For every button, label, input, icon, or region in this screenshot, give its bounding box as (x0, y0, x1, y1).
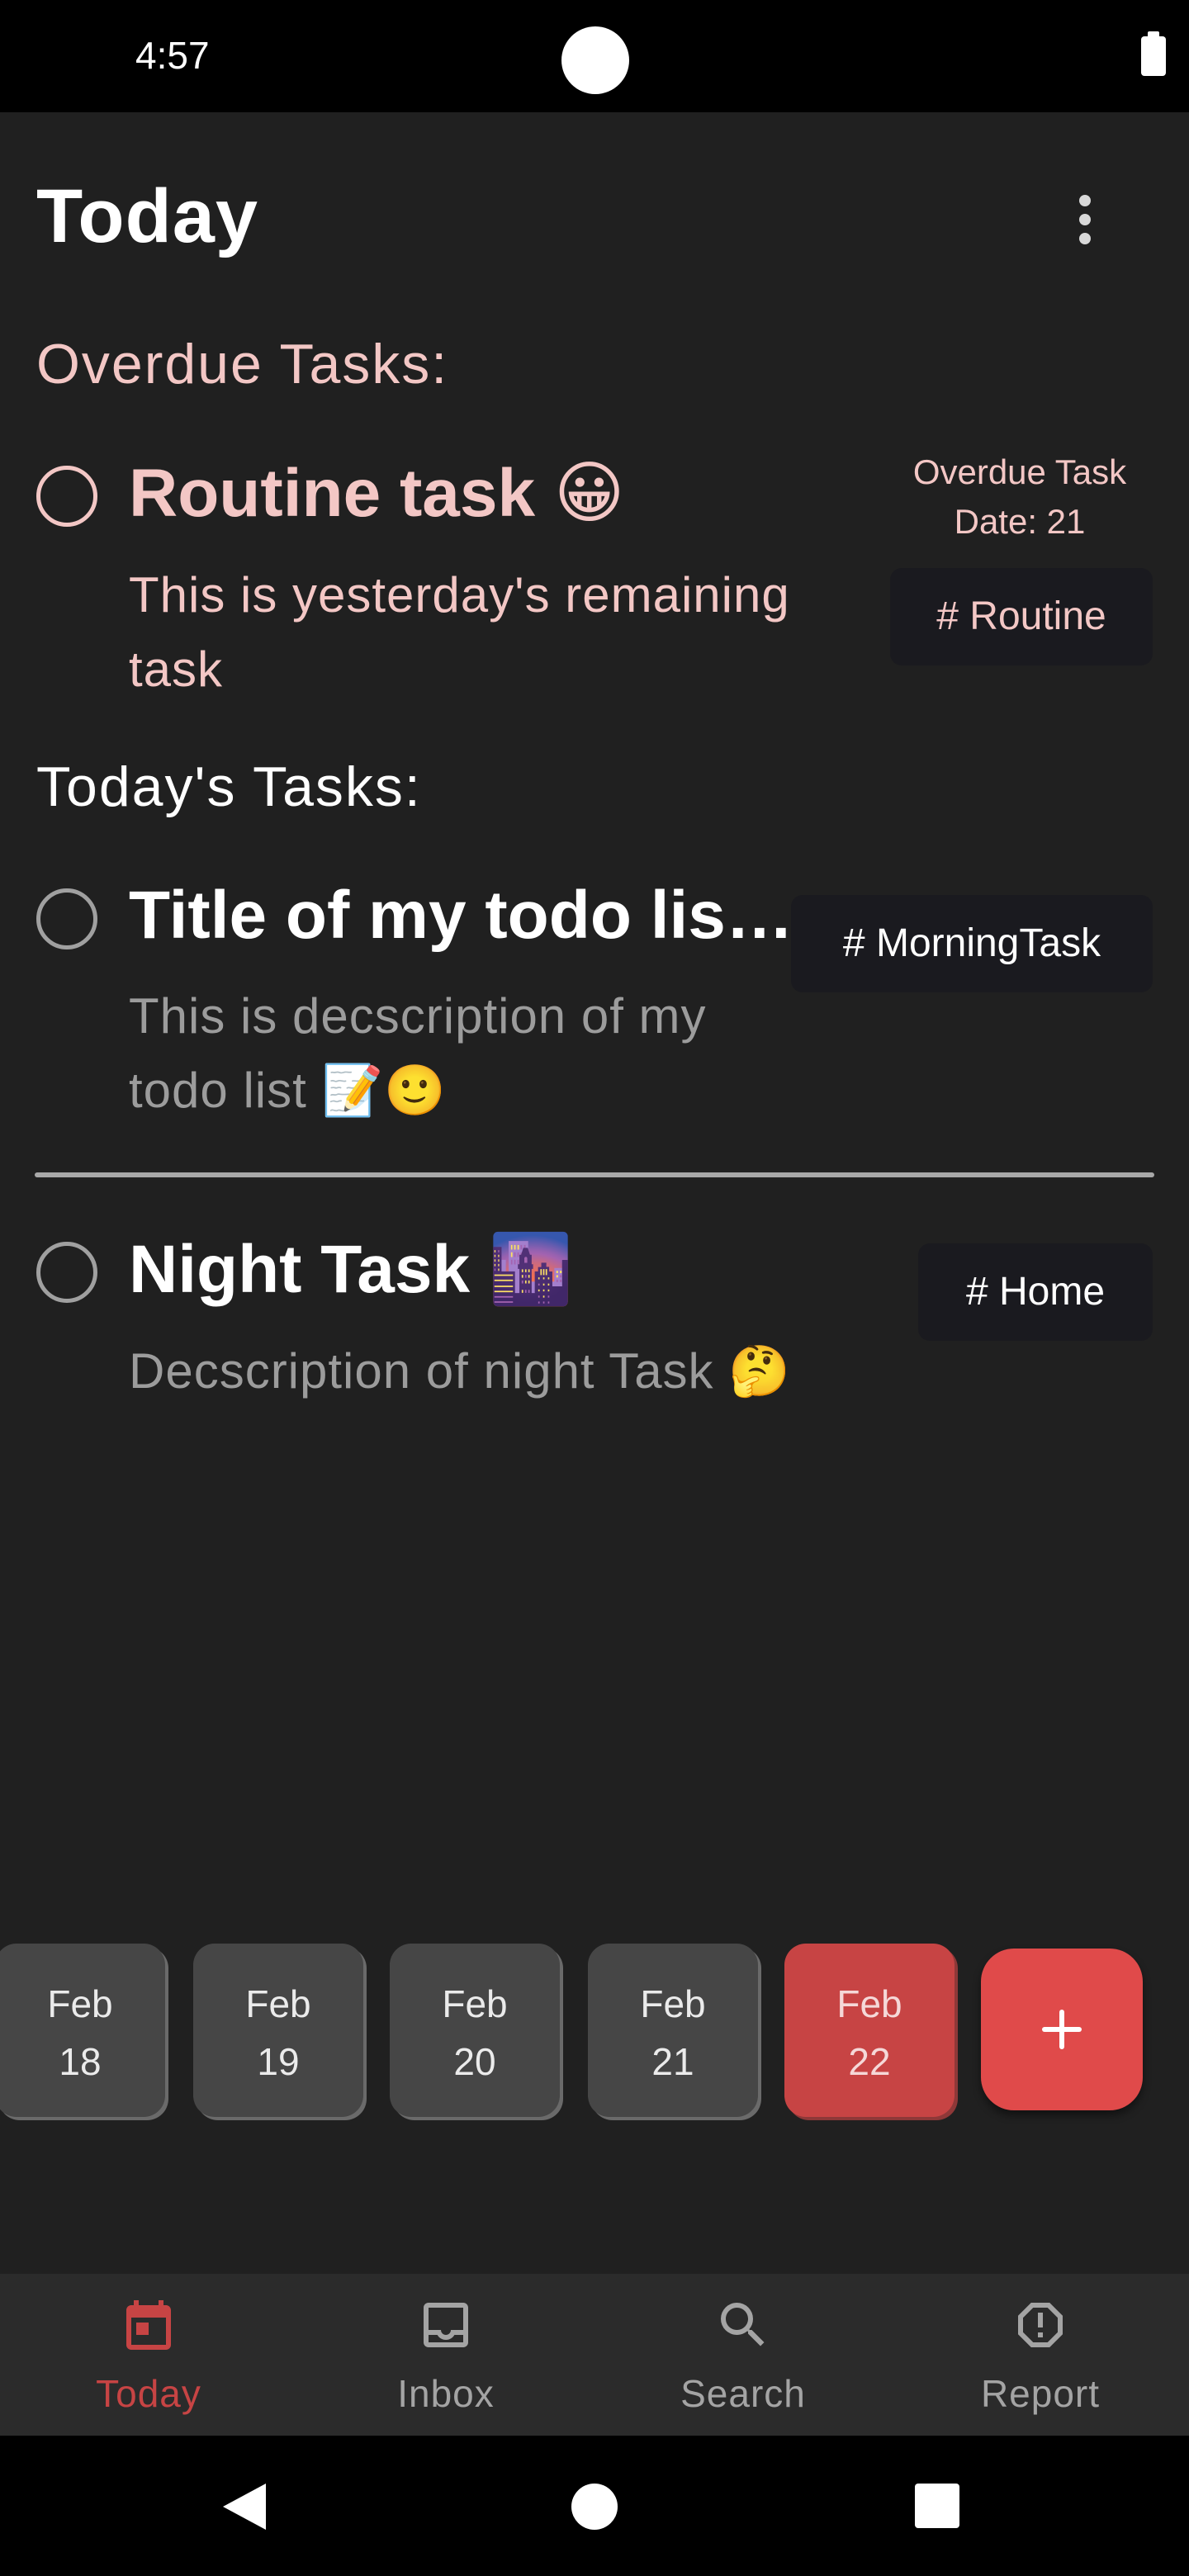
task-title: Title of my todo lis… (129, 878, 793, 953)
calendar-icon (126, 2300, 171, 2350)
system-nav-bar (0, 2436, 1189, 2576)
nav-today[interactable]: Today (0, 2274, 297, 2436)
nav-label: Inbox (397, 2372, 495, 2415)
nav-report[interactable]: Report (892, 2274, 1189, 2436)
status-time: 4:57 (135, 34, 210, 77)
home-icon[interactable] (571, 2484, 618, 2530)
divider (35, 1172, 1154, 1177)
bottom-nav: Today Inbox Search Report (0, 2274, 1189, 2436)
date-day: 18 (59, 2040, 102, 2083)
task-checkbox[interactable] (36, 466, 97, 527)
recents-icon[interactable] (915, 2484, 959, 2528)
page-title: Today (36, 174, 259, 258)
task-title: Night Task 🌆 (129, 1232, 573, 1307)
task-checkbox[interactable] (36, 888, 97, 949)
task-tag[interactable]: # Home (918, 1243, 1153, 1341)
nav-label: Search (680, 2372, 806, 2415)
status-bar: 4:57 (0, 0, 1189, 112)
task-checkbox[interactable] (36, 1242, 97, 1303)
date-chip-feb-21[interactable]: Feb 21 (588, 1944, 758, 2117)
overdue-label: Overdue Task (912, 452, 1127, 491)
date-chip-feb-20[interactable]: Feb 20 (390, 1944, 560, 2117)
task-title: Routine task 😀 (129, 456, 625, 531)
task-description: This is decscription of my todo list 📝🙂 (129, 988, 707, 1118)
overdue-section-label: Overdue Tasks: (36, 333, 449, 395)
date-month: Feb (640, 1982, 706, 2025)
more-vert-icon[interactable] (1065, 187, 1105, 253)
task-description: Decscription of night Task 🤔 (129, 1343, 791, 1399)
today-section-label: Today's Tasks: (36, 755, 422, 818)
date-day: 19 (257, 2040, 300, 2083)
back-icon[interactable] (223, 2484, 266, 2530)
date-chip-feb-22[interactable]: Feb 22 (784, 1944, 955, 2117)
date-month: Feb (442, 1982, 508, 2025)
nav-search[interactable]: Search (594, 2274, 892, 2436)
battery-icon (1141, 31, 1166, 76)
task-tag[interactable]: # Routine (890, 568, 1153, 665)
date-day: 22 (848, 2040, 891, 2083)
date-month: Feb (245, 1982, 311, 2025)
date-day: 21 (651, 2040, 694, 2083)
date-day: 20 (453, 2040, 496, 2083)
nav-label: Today (96, 2372, 201, 2415)
inbox-icon (424, 2303, 468, 2347)
date-chip-feb-18[interactable]: Feb 18 (0, 1944, 165, 2117)
task-tag[interactable]: # MorningTask (791, 895, 1153, 992)
date-chip-feb-19[interactable]: Feb 19 (193, 1944, 363, 2117)
search-icon (721, 2303, 765, 2346)
add-task-button[interactable] (981, 1949, 1143, 2110)
overdue-date-info: Overdue Task Date: 21 (892, 447, 1148, 547)
date-month: Feb (836, 1982, 902, 2025)
nav-inbox[interactable]: Inbox (297, 2274, 594, 2436)
camera-cutout (561, 26, 629, 94)
nav-label: Report (980, 2372, 1101, 2415)
date-month: Feb (47, 1982, 113, 2025)
task-description: This is yesterday's remaining task (129, 567, 790, 697)
report-icon (1018, 2303, 1063, 2347)
overdue-date: Date: 21 (954, 502, 1086, 541)
